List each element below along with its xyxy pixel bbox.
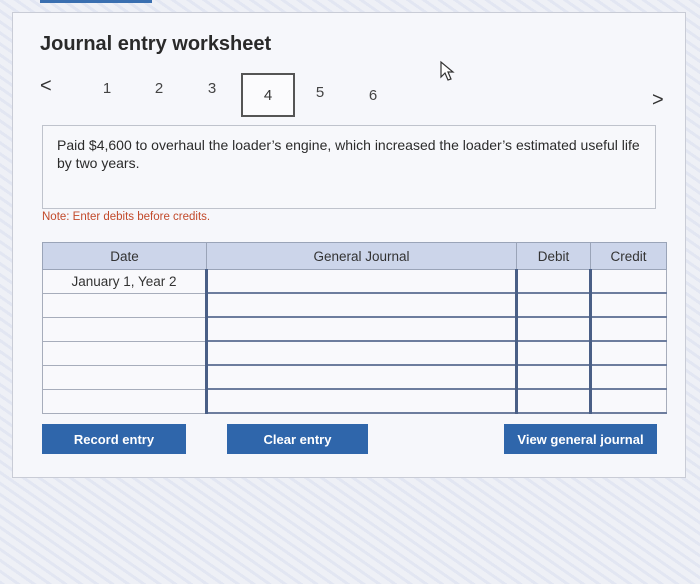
table-row (42, 292, 667, 318)
transaction-description: Paid $4,600 to overhaul the loader’s eng… (42, 125, 656, 209)
date-cell (42, 316, 207, 342)
debit-input[interactable] (515, 269, 591, 294)
page-2-link[interactable]: 2 (149, 80, 169, 97)
transaction-text: Paid $4,600 to overhaul the loader’s eng… (57, 137, 640, 171)
table-row: January 1, Year 2 (42, 269, 667, 294)
date-cell (42, 364, 207, 390)
debit-input[interactable] (515, 388, 591, 414)
view-general-journal-button[interactable]: View general journal (504, 424, 657, 454)
page-4-link-active[interactable]: 4 (241, 73, 295, 117)
table-row (42, 388, 667, 414)
account-select[interactable] (205, 316, 517, 342)
note-text: Note: Enter debits before credits. (42, 211, 211, 223)
credit-input[interactable] (589, 340, 667, 366)
debit-input[interactable] (515, 340, 591, 366)
record-entry-button[interactable]: Record entry (42, 424, 186, 454)
credit-input[interactable] (589, 292, 667, 318)
table-row (42, 340, 667, 366)
account-select[interactable] (205, 388, 517, 414)
credit-input[interactable] (589, 316, 667, 342)
account-select[interactable] (205, 340, 517, 366)
chevron-left-icon[interactable]: < (40, 75, 52, 98)
table-header-row: Date General Journal Debit Credit (42, 242, 667, 270)
page-6-link[interactable]: 6 (363, 87, 383, 104)
column-header-date: Date (42, 242, 207, 270)
page-1-link[interactable]: 1 (97, 80, 117, 97)
journal-table: Date General Journal Debit Credit Januar… (42, 242, 667, 414)
debit-input[interactable] (515, 316, 591, 342)
page-3-link[interactable]: 3 (202, 80, 222, 97)
credit-input[interactable] (589, 364, 667, 390)
date-cell (42, 388, 207, 414)
credit-input[interactable] (589, 269, 667, 294)
column-header-debit: Debit (516, 242, 591, 270)
page-4-label: 4 (263, 86, 273, 104)
chevron-right-icon[interactable]: > (652, 89, 664, 112)
page-title: Journal entry worksheet (40, 33, 272, 55)
page-5-link[interactable]: 5 (310, 84, 330, 101)
account-select[interactable] (205, 292, 517, 318)
debit-input[interactable] (515, 364, 591, 390)
account-select[interactable] (205, 269, 517, 294)
date-cell (42, 340, 207, 366)
clear-entry-button[interactable]: Clear entry (227, 424, 368, 454)
column-header-general-journal: General Journal (206, 242, 517, 270)
table-row (42, 364, 667, 390)
mouse-cursor-icon (440, 60, 455, 81)
top-accent-strip (40, 0, 152, 3)
credit-input[interactable] (589, 388, 667, 414)
date-cell: January 1, Year 2 (42, 269, 207, 294)
table-row (42, 316, 667, 342)
column-header-credit: Credit (590, 242, 667, 270)
debit-input[interactable] (515, 292, 591, 318)
date-cell (42, 292, 207, 318)
account-select[interactable] (205, 364, 517, 390)
